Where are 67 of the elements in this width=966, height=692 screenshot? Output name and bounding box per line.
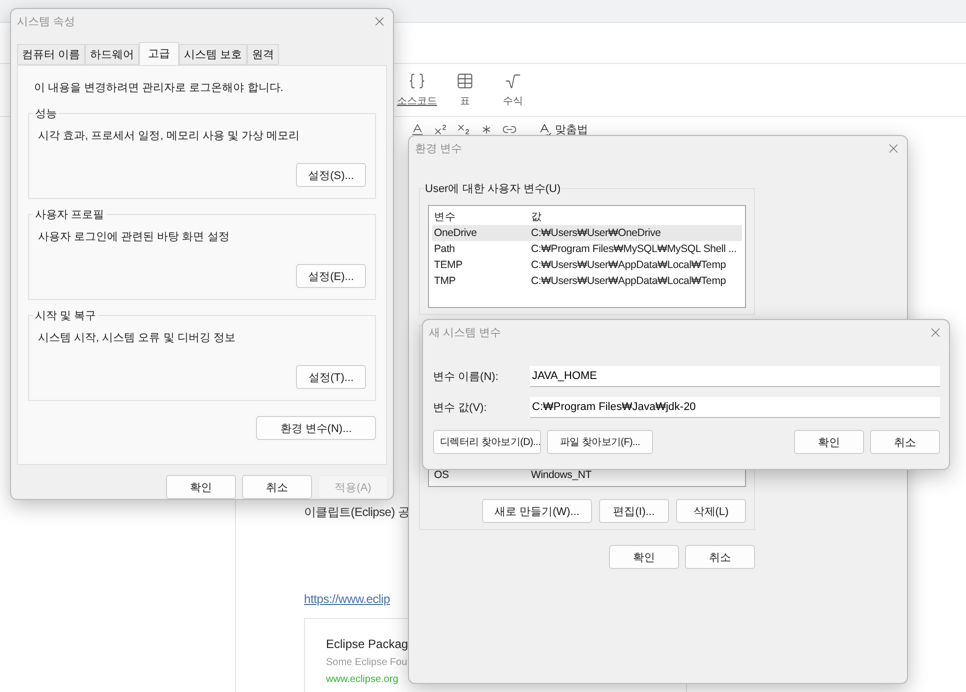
dialog-button[interactable]: 확인 bbox=[166, 475, 236, 499]
input-field[interactable]: JAVA_HOME bbox=[530, 366, 940, 387]
variable-value: C:₩Users₩User₩OneDrive bbox=[530, 227, 662, 239]
list-row[interactable]: OS Windows_NT bbox=[432, 467, 742, 483]
window-title: 새 시스템 변수 bbox=[429, 326, 502, 340]
group-title: 사용자 프로필 bbox=[33, 207, 106, 222]
link[interactable]: https://www.eclip bbox=[304, 592, 390, 606]
window-title: 시스템 속성 bbox=[17, 14, 76, 28]
variable-value: C:₩Program Files₩MySQL₩MySQL Shell ... bbox=[530, 243, 738, 255]
list-row[interactable]: OneDrive C:₩Users₩User₩OneDrive bbox=[432, 225, 742, 241]
superscript-icon[interactable] bbox=[433, 122, 448, 136]
variable-value: C:₩Users₩User₩AppData₩Local₩Temp bbox=[530, 259, 727, 271]
column-header[interactable]: 값 bbox=[529, 210, 744, 224]
list-action-button[interactable]: 편집(I)... bbox=[599, 499, 669, 523]
variable-name: TEMP bbox=[433, 259, 464, 271]
list-row[interactable]: TEMP C:₩Users₩User₩AppData₩Local₩Temp bbox=[432, 257, 742, 273]
variable-name: TMP bbox=[433, 275, 457, 287]
tab[interactable]: 하드웨어 bbox=[85, 44, 140, 65]
paragraph: 이클립트(Eclipse) 공 bbox=[304, 504, 410, 521]
field-label: 변수 이름(N): bbox=[433, 370, 500, 384]
input-field[interactable]: C:₩Program Files₩Java₩jdk-20 bbox=[530, 397, 940, 418]
browse-button[interactable]: 파일 찾아보기(F)... bbox=[547, 430, 653, 454]
dialog-button[interactable]: 취소 bbox=[685, 545, 755, 569]
tab[interactable]: 원격 bbox=[247, 44, 280, 65]
table-icon[interactable] bbox=[456, 72, 474, 90]
tab[interactable]: 컴퓨터 이름 bbox=[17, 44, 86, 65]
card-title: Eclipse Packag bbox=[326, 637, 408, 651]
list-row[interactable]: TMP C:₩Users₩User₩AppData₩Local₩Temp bbox=[432, 273, 742, 289]
settings-button[interactable]: 설정(S)... bbox=[296, 163, 366, 187]
variable-value: C:₩Users₩User₩AppData₩Local₩Temp bbox=[530, 275, 727, 287]
group-description: 시각 효과, 프로세서 일정, 메모리 사용 및 가상 메모리 bbox=[38, 129, 301, 143]
variable-name: Path bbox=[433, 243, 456, 255]
notice-text: 이 내용을 변경하려면 관리자로 로그온해야 합니다. bbox=[34, 81, 284, 95]
group-title: User에 대한 사용자 변수(U) bbox=[424, 181, 562, 196]
settings-button[interactable]: 설정(E)... bbox=[296, 264, 366, 288]
settings-button[interactable]: 설정(T)... bbox=[296, 365, 366, 389]
browse-button[interactable]: 디렉터리 찾아보기(D)... bbox=[433, 430, 541, 454]
environment-variables-button[interactable]: 환경 변수(N)... bbox=[256, 416, 376, 440]
formula-icon[interactable] bbox=[504, 72, 522, 90]
variable-name: OneDrive bbox=[433, 227, 478, 239]
tool-label[interactable]: 표 bbox=[460, 94, 470, 108]
code-icon[interactable] bbox=[408, 72, 426, 90]
list-row[interactable]: Path C:₩Program Files₩MySQL₩MySQL Shell ... bbox=[432, 241, 742, 257]
group-description: 사용자 로그인에 관련된 바탕 화면 설정 bbox=[38, 230, 230, 244]
tool-label[interactable]: 수식 bbox=[503, 94, 523, 108]
dialog-button[interactable]: 취소 bbox=[242, 475, 312, 499]
spellcheck-label[interactable]: 맞춤법 bbox=[555, 122, 588, 136]
list-action-button[interactable]: 삭제(L) bbox=[676, 499, 746, 523]
group-title: 시작 및 복구 bbox=[33, 308, 98, 323]
variable-name: OS bbox=[433, 469, 450, 481]
tab[interactable]: 고급 bbox=[139, 42, 180, 65]
field-label: 변수 값(V): bbox=[433, 401, 488, 415]
card-url: www.eclipse.org bbox=[326, 674, 400, 685]
variables-list[interactable]: 변수 값 OneDrive C:₩Users₩User₩OneDrive Path C:₩Program Files₩MySQL₩MySQL Shell ... TEMP C:₩Users₩User₩AppData₩Local₩Temp TMP C:₩Users₩User₩AppData₩Local₩Temp bbox=[428, 205, 746, 308]
variable-value: Windows_NT bbox=[530, 469, 592, 481]
tool-label[interactable]: 소스코드 bbox=[397, 94, 437, 108]
column-header[interactable]: 변수 bbox=[432, 210, 529, 224]
text-style-icon[interactable] bbox=[410, 122, 425, 136]
tab[interactable]: 시스템 보호 bbox=[179, 44, 248, 65]
dialog-button[interactable]: 확인 bbox=[794, 430, 864, 454]
dialog-button[interactable]: 확인 bbox=[609, 545, 679, 569]
dialog-button[interactable]: 취소 bbox=[870, 430, 940, 454]
list-action-button[interactable]: 새로 만들기(W)... bbox=[482, 499, 592, 523]
window-title: 환경 변수 bbox=[415, 142, 462, 156]
group-description: 시스템 시작, 시스템 오류 및 디버깅 정보 bbox=[38, 331, 236, 345]
card-description: Some Eclipse Fou bbox=[326, 657, 408, 668]
group-title: 성능 bbox=[33, 106, 59, 121]
